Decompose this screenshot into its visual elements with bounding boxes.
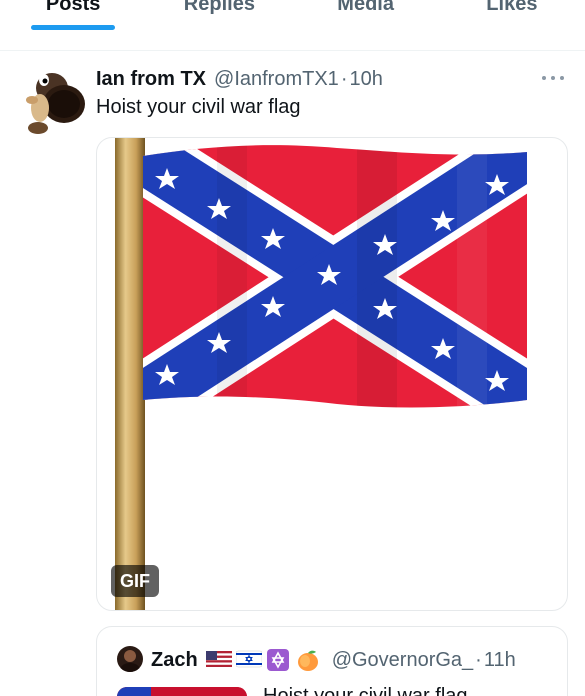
- quote-display-name: Zach: [151, 648, 198, 671]
- gif-badge: GIF: [111, 565, 159, 597]
- cartoon-character-avatar-icon: [26, 73, 85, 134]
- star-of-david-emoji-icon: [266, 649, 292, 671]
- israel-flag-emoji-icon: [235, 649, 262, 671]
- tweet-text: Hoist your civil war flag: [96, 96, 301, 118]
- tab-likes[interactable]: Likes: [439, 0, 585, 30]
- quoted-tweet[interactable]: Zach @GovernorGa_ · 11h Hoist your civil…: [96, 626, 568, 696]
- separator-dot: ·: [475, 648, 482, 671]
- more-options-icon[interactable]: [540, 68, 566, 88]
- quote-media-thumbnail: [117, 687, 247, 696]
- quote-text: Hoist your civil war flag: [263, 685, 468, 696]
- tweet-media[interactable]: GIF: [96, 137, 568, 611]
- waving-flag-image-icon: [115, 138, 527, 610]
- profile-tabs: Posts Replies Media Likes: [0, 0, 585, 30]
- quote-header: Zach @GovernorGa_ · 11h: [151, 647, 516, 673]
- us-flag-emoji-icon: [205, 649, 232, 671]
- more-dot: [542, 76, 546, 80]
- quote-user-handle: @GovernorGa_: [331, 648, 474, 671]
- more-dot: [551, 76, 555, 80]
- quote-avatar: [117, 646, 143, 672]
- quote-timestamp: 11h: [483, 648, 516, 671]
- more-dot: [560, 76, 564, 80]
- flag-thumbnail-icon: [117, 687, 247, 696]
- tab-posts-label: Posts: [45, 0, 101, 15]
- separator-dot: ·: [340, 67, 348, 90]
- display-name[interactable]: Ian from TX: [96, 68, 206, 91]
- tab-replies-label: Replies: [183, 0, 255, 15]
- tweet-header: Ian from TX @IanfromTX1 · 10h: [96, 65, 383, 93]
- tab-media[interactable]: Media: [293, 0, 439, 30]
- tab-posts[interactable]: Posts: [0, 0, 146, 30]
- peach-emoji-icon: [296, 649, 322, 671]
- tabs-divider: [0, 50, 585, 51]
- tab-media-label: Media: [337, 0, 394, 15]
- tweet-timestamp[interactable]: 10h: [349, 68, 382, 91]
- active-tab-indicator: [31, 25, 116, 30]
- user-handle[interactable]: @IanfromTX1: [214, 68, 339, 91]
- person-avatar-icon: [117, 646, 143, 672]
- avatar[interactable]: [22, 66, 86, 136]
- tab-likes-label: Likes: [486, 0, 538, 15]
- tab-replies[interactable]: Replies: [146, 0, 292, 30]
